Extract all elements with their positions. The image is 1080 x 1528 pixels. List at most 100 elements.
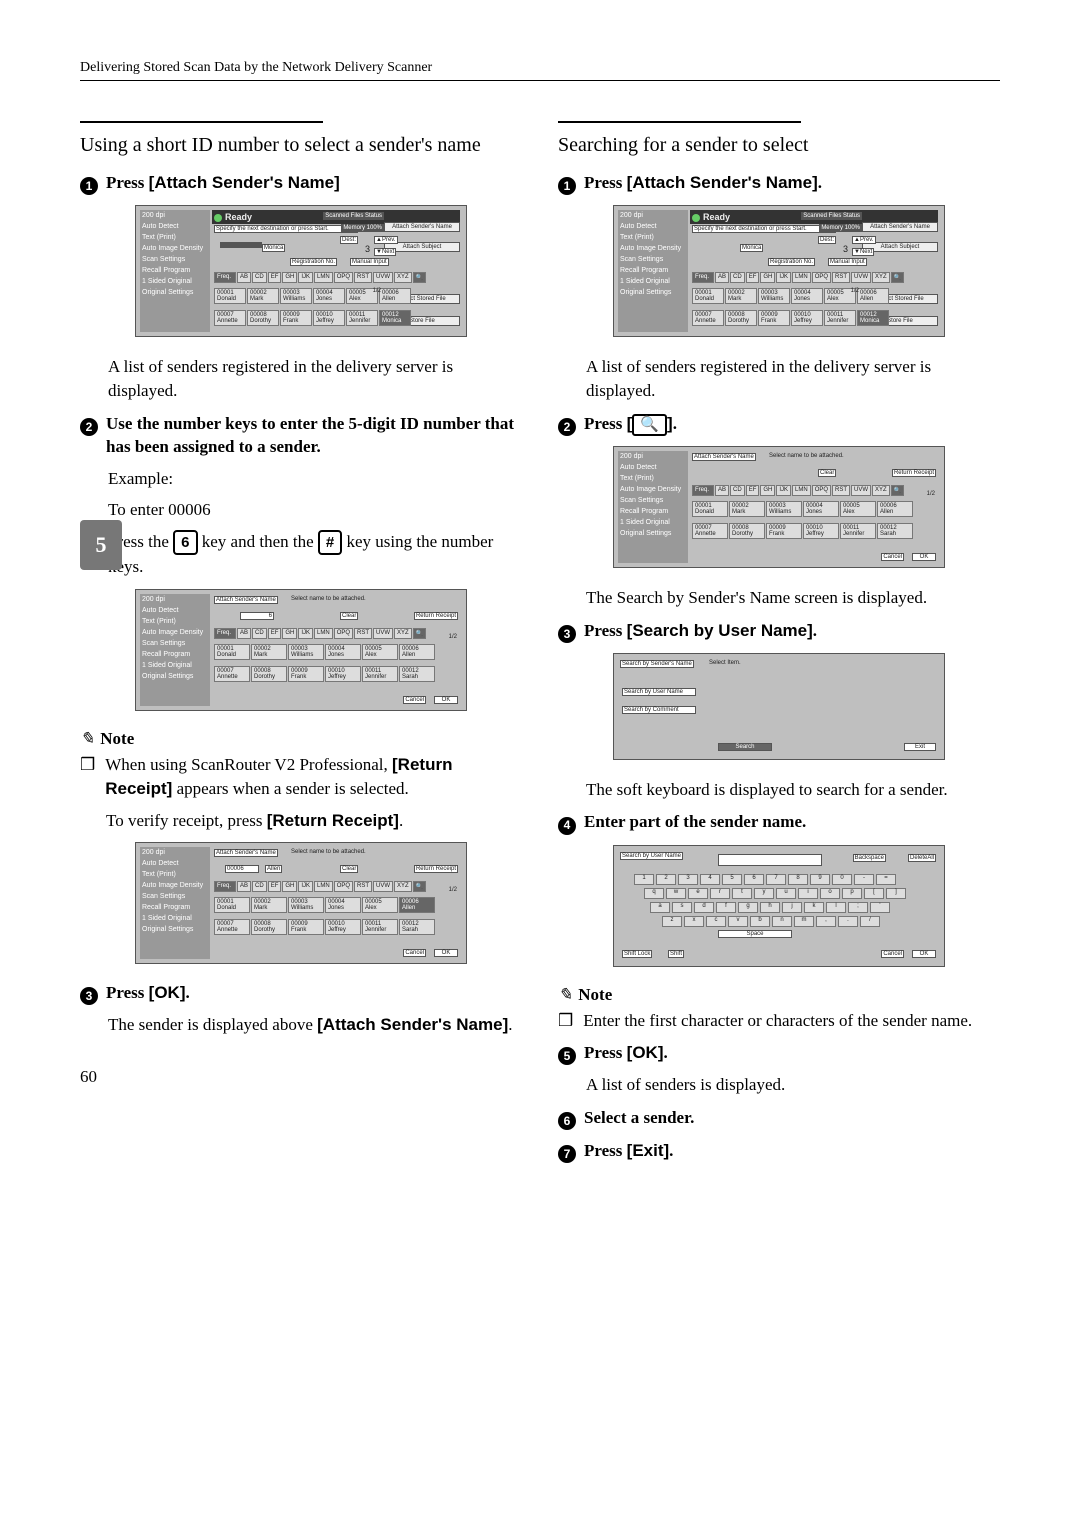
manual-input-button[interactable]: Manual Input (350, 258, 389, 266)
magnify-icon: 🔍 (632, 414, 667, 436)
dest-label: Dest: (340, 236, 358, 244)
space-key[interactable]: Space (718, 930, 792, 938)
prev-button[interactable]: ▲Prev. (374, 236, 398, 244)
shift-lock-key[interactable]: Shift Lock (622, 950, 652, 958)
return-receipt-ref: [Return Receipt] (267, 811, 399, 830)
return-receipt-button[interactable]: Return Receipt (414, 865, 458, 873)
device-screenshot-ready: 200 dpiAuto Detect Text (Print)Auto Imag… (613, 205, 945, 337)
id-input-full[interactable]: 00006 (225, 865, 259, 873)
step-number-icon: 2 (558, 418, 576, 436)
next-button[interactable]: ▼Next (374, 248, 396, 256)
ok-button[interactable]: OK (912, 950, 936, 958)
section-title-right: Searching for a sender to select (558, 133, 1000, 158)
cancel-button[interactable]: Cancel (881, 950, 904, 958)
device-screenshot-sender-full: 200 dpiAuto Detect Text (Print)Auto Imag… (135, 842, 467, 964)
delete-all-button[interactable]: DeleteAll (908, 854, 936, 862)
step2-text: Use the number keys to enter the 5-digit… (106, 414, 514, 456)
ok-button-ref: [OK] (627, 1043, 664, 1062)
attach-sender-button-ref: [Attach Sender's Name] (627, 173, 818, 192)
step-number-icon: 5 (558, 1047, 576, 1065)
step-number-icon: 3 (558, 625, 576, 643)
search-button[interactable]: Search (718, 743, 772, 751)
shift-key[interactable]: Shift (668, 950, 684, 958)
attach-sender-button[interactable]: Attach Sender's Name (862, 222, 938, 232)
step-number-icon: 1 (558, 177, 576, 195)
id-input[interactable]: 6 (240, 612, 274, 620)
step-number-icon: 1 (80, 177, 98, 195)
left-column: Using a short ID number to select a send… (80, 121, 522, 1171)
keyboard-row-a[interactable]: as df gh jk l; ' (650, 902, 890, 913)
running-head: Delivering Stored Scan Data by the Netwo… (80, 60, 1000, 81)
step1-text: Press (106, 173, 144, 192)
step3-body: The sender is displayed above [Attach Se… (108, 1013, 522, 1037)
example-intro: To enter 00006 (108, 498, 522, 522)
key-hash: # (318, 530, 342, 555)
right-column: Searching for a sender to select 1 Press… (558, 121, 1000, 1171)
search-icon: 🔍 (891, 272, 904, 283)
result-name: Allen (265, 865, 282, 873)
device-screenshot-ready: 200 dpiAuto Detect Text (Print)Auto Imag… (135, 205, 467, 337)
chapter-tab: 5 (80, 520, 122, 570)
thumb-name: Monica (262, 244, 285, 252)
step-r5-body: A list of senders is displayed. (586, 1073, 1000, 1097)
search-by-comment-button[interactable]: Search by Comment (622, 706, 696, 714)
note-heading: Note (80, 729, 522, 749)
step-2: 2 Use the number keys to enter the 5-dig… (80, 413, 522, 459)
step-number-icon: 7 (558, 1145, 576, 1163)
cancel-button[interactable]: Cancel (403, 949, 426, 957)
exit-button-ref: [Exit] (627, 1141, 670, 1160)
ok-button[interactable]: OK (912, 553, 936, 561)
search-user-title: Search by User Name (620, 852, 683, 860)
page-number: 60 (80, 1067, 522, 1087)
section-title-left: Using a short ID number to select a send… (80, 133, 522, 158)
clear-button[interactable]: Clear (818, 469, 836, 477)
backspace-button[interactable]: Backspace (853, 854, 886, 862)
attach-sender-button[interactable]: Attach Sender's Name (384, 222, 460, 232)
cancel-button[interactable]: Cancel (403, 696, 426, 704)
clear-button[interactable]: Clear (340, 865, 358, 873)
pager: 1/2 (372, 288, 382, 294)
step-r5: 5 Press [OK]. (558, 1042, 1000, 1065)
keyboard-row-num[interactable]: 12 34 56 78 90 -= (634, 874, 896, 885)
dest-count: 3 (364, 244, 371, 254)
attach-sender-button-ref: [Attach Sender's Name] (149, 173, 340, 192)
step-r6: 6 Select a sender. (558, 1107, 1000, 1130)
step-r3-body: The soft keyboard is displayed to search… (586, 778, 1000, 802)
example-body: Press the 6 key and then the # key using… (108, 530, 522, 579)
clear-button[interactable]: Clear (340, 612, 358, 620)
device-screenshot-sender-entry: 200 dpiAuto Detect Text (Print)Auto Imag… (135, 589, 467, 711)
example-label: Example: (108, 467, 522, 491)
return-receipt-button[interactable]: Return Receipt (414, 612, 458, 620)
step1-body: A list of senders registered in the deli… (108, 355, 522, 403)
attach-sender-title: Attach Sender's Name (214, 596, 278, 604)
hint-text: Specify the next destination or press St… (214, 225, 358, 233)
keyboard-row-z[interactable]: zx cv bn m, ./ (662, 916, 880, 927)
reg-no-button[interactable]: Registration No. (290, 258, 337, 266)
ok-button[interactable]: OK (434, 949, 458, 957)
note-item-r1: ❒ Enter the first character or character… (558, 1009, 1000, 1033)
step-r1-body: A list of senders registered in the deli… (586, 355, 1000, 403)
search-icon: 🔍 (413, 628, 426, 639)
step-r3: 3 Press [Search by User Name]. (558, 620, 1000, 643)
keyboard-row-q[interactable]: qw er ty ui op [] (644, 888, 906, 899)
note-heading: Note (558, 985, 1000, 1005)
step-number-icon: 2 (80, 418, 98, 436)
note-item-2: To verify receipt, press [Return Receipt… (106, 809, 522, 833)
search-hint: Select Item. (708, 660, 742, 666)
ok-button[interactable]: OK (434, 696, 458, 704)
search-by-user-name-button[interactable]: Search by User Name (622, 688, 696, 696)
sender-row-2[interactable]: 00007Annette 00008Dorothy 00009Frank 000… (214, 310, 411, 326)
memory-label: Memory 100% (341, 224, 384, 232)
status-dot-icon (214, 214, 222, 222)
note-item-1: ❒ When using ScanRouter V2 Professional,… (80, 753, 522, 801)
search-by-user-name-ref: [Search by User Name] (627, 621, 813, 640)
step-r7: 7 Press [Exit]. (558, 1140, 1000, 1163)
index-row[interactable]: Freq. ABCD EFGH IJKLMN OPQRST UVWXYZ 🔍 (214, 272, 426, 283)
device-screenshot-search: Search by Sender's Name Select Item. Sea… (613, 653, 945, 760)
search-input[interactable] (718, 854, 822, 866)
cancel-button[interactable]: Cancel (881, 553, 904, 561)
exit-button[interactable]: Exit (904, 743, 936, 751)
sender-hint: Select name to be attached. (290, 596, 367, 602)
return-receipt-button[interactable]: Return Receipt (892, 469, 936, 477)
step-r2: 2 Press [🔍]. (558, 413, 1000, 436)
